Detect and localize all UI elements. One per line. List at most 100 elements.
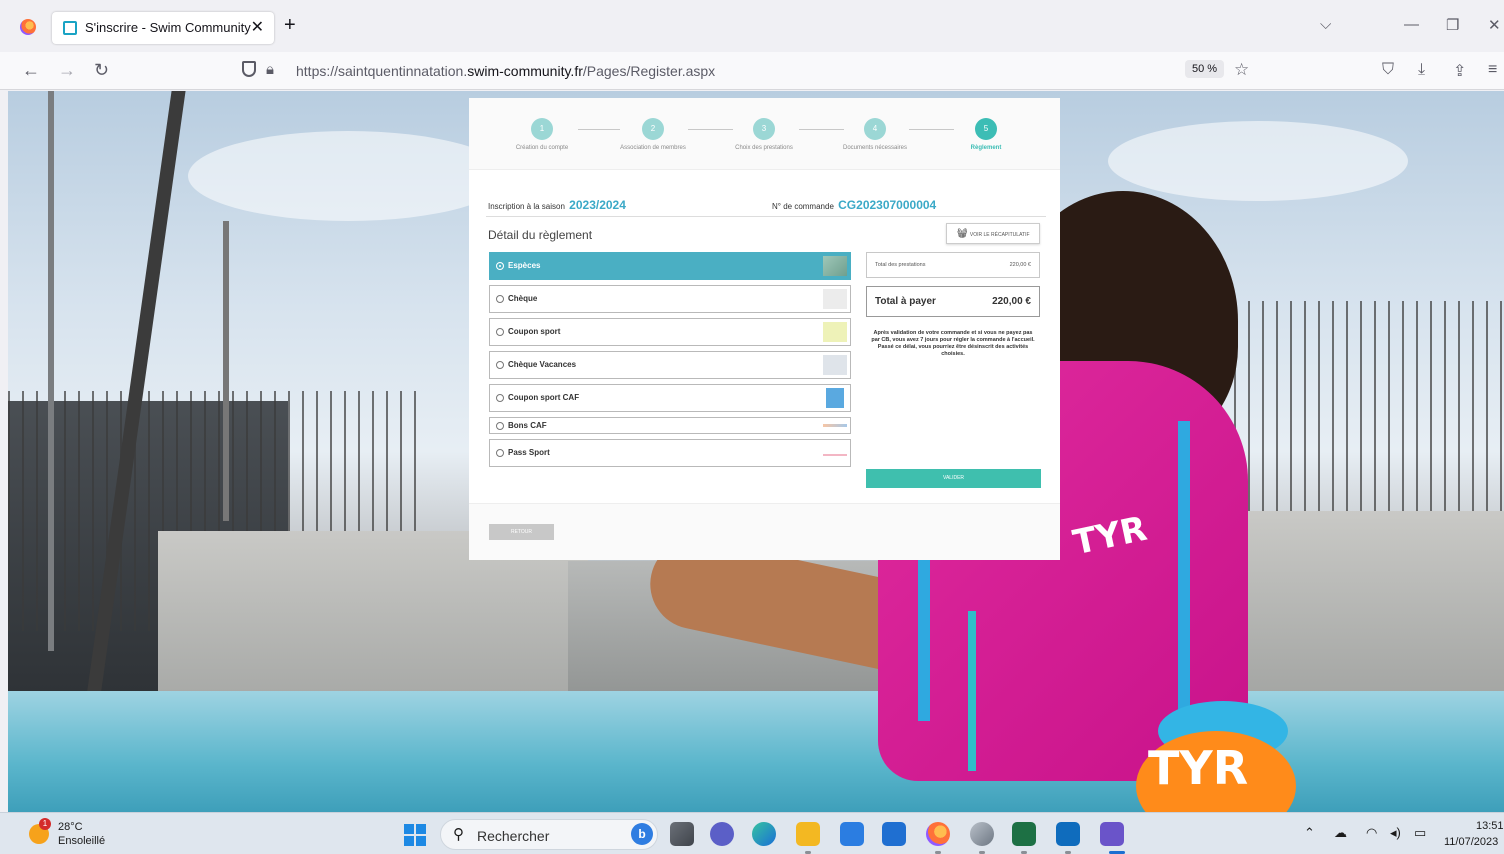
total-services-label: Total des prestations [875, 262, 926, 268]
reload-icon[interactable]: ↻ [94, 60, 109, 80]
search-icon: ⚲ [453, 826, 464, 843]
downloads-icon[interactable]: ⤓ [1418, 61, 1425, 79]
tab-list-chevron-icon[interactable]: ⌵ [1320, 16, 1331, 33]
tray-chevron-icon[interactable]: ⌃ [1304, 825, 1315, 841]
basket-icon: 🧺︎ [956, 228, 968, 238]
bing-icon[interactable]: b [631, 823, 653, 845]
bons-caf-thumbnail [823, 424, 847, 427]
search-placeholder: Rechercher [477, 828, 550, 844]
radio-cheque[interactable] [496, 295, 504, 303]
tracking-shield-icon[interactable] [242, 61, 256, 77]
tab-register[interactable]: S'inscrire - Swim Community ✕ [52, 12, 274, 44]
close-window-button[interactable]: ✕ [1488, 16, 1501, 34]
back-button[interactable]: RETOUR [489, 524, 554, 540]
tab-close-button[interactable]: ✕ [251, 17, 264, 37]
bookmark-star-icon[interactable]: ☆ [1234, 60, 1249, 80]
menu-icon[interactable]: ≡ [1488, 61, 1497, 79]
firefox-icon[interactable] [926, 822, 950, 846]
payment-option-label: Espèces [508, 261, 541, 270]
step-number: 1 [531, 118, 553, 140]
tyr-logo-float: TYR [1148, 741, 1249, 795]
order-number-value: CG202307000004 [838, 198, 937, 212]
mail-icon[interactable] [882, 822, 906, 846]
minimize-button[interactable]: — [1404, 16, 1419, 33]
divider [486, 216, 1046, 217]
payment-option-cheque-vacances[interactable]: Chèque Vacances [489, 351, 851, 379]
radio-coupon-sport-caf[interactable] [496, 394, 504, 402]
windows-taskbar: 1 28°C Ensoleillé ⚲ Rechercher b ⌃ ☁ ◠ ◂… [0, 812, 1504, 854]
step-number: 4 [864, 118, 886, 140]
clock-time[interactable]: 13:51 [1476, 820, 1504, 832]
banknotes-thumbnail [823, 256, 847, 276]
snipping-tool-icon[interactable] [1100, 822, 1124, 846]
payment-option-label: Pass Sport [508, 448, 550, 457]
firefox-menu-icon[interactable] [20, 19, 36, 35]
payment-option-pass-sport[interactable]: Pass Sport [489, 439, 851, 467]
forward-arrow-icon[interactable]: → [58, 60, 76, 80]
browser-tab-bar: S'inscrire - Swim Community ✕ + ⌵ — ❐ ✕ [0, 0, 1504, 52]
battery-icon[interactable]: ▭ [1414, 825, 1426, 841]
excel-icon[interactable] [1012, 822, 1036, 846]
step-documents: 4 Documents nécessaires [820, 118, 930, 151]
weather-condition[interactable]: Ensoleillé [58, 835, 105, 847]
wifi-icon[interactable]: ◠ [1366, 825, 1377, 841]
payment-option-label: Coupon sport CAF [508, 393, 580, 402]
step-service-choice: 3 Choix des prestations [709, 118, 819, 151]
radio-bons-caf[interactable] [496, 421, 504, 430]
tab-title: S'inscrire - Swim Community [85, 20, 251, 35]
pocket-icon[interactable]: ⛉ [1382, 61, 1394, 79]
total-services-value: 220,00 € [1009, 262, 1031, 268]
browser-app-icon[interactable] [970, 822, 994, 846]
edge-icon[interactable] [752, 822, 776, 846]
payment-option-coupon-sport-caf[interactable]: Coupon sport CAF [489, 384, 851, 412]
taskbar-search[interactable]: ⚲ Rechercher b [440, 819, 658, 850]
clock-date[interactable]: 11/07/2023 [1444, 836, 1498, 848]
step-number: 2 [642, 118, 664, 140]
radio-cheque-vacances[interactable] [496, 361, 504, 369]
order-number-info: N° de commande CG202307000004 [772, 198, 936, 212]
step-label: Association de membres [620, 145, 686, 151]
step-member-association: 2 Association de membres [598, 118, 708, 151]
onedrive-cloud-icon[interactable]: ☁ [1334, 825, 1347, 841]
zoom-level[interactable]: 50 % [1185, 60, 1225, 78]
payment-detail-title: Détail du règlement [488, 228, 593, 242]
validate-button[interactable]: VALIDER [866, 469, 1041, 488]
task-view-icon[interactable] [670, 822, 694, 846]
weather-temperature[interactable]: 28°C [58, 821, 83, 833]
step-number: 5 [975, 118, 997, 140]
payment-option-cheque[interactable]: Chèque [489, 285, 851, 313]
step-payment: 5 Règlement [931, 118, 1041, 151]
windows-start-icon[interactable] [404, 824, 426, 846]
swim-community-favicon-icon [63, 21, 77, 35]
step-label: Création du compte [515, 145, 569, 151]
new-tab-button[interactable]: + [284, 15, 296, 35]
step-label: Règlement [970, 145, 1002, 151]
restore-button[interactable]: ❐ [1446, 16, 1459, 34]
caf-snowflake-thumbnail [826, 388, 844, 408]
radio-pass-sport[interactable] [496, 449, 504, 457]
microsoft-store-icon[interactable] [840, 822, 864, 846]
outlook-icon[interactable] [1056, 822, 1080, 846]
radio-especes[interactable] [496, 262, 504, 270]
step-account-creation: 1 Création du compte [487, 118, 597, 151]
step-number: 3 [753, 118, 775, 140]
url-bar[interactable]: 🔒︎ https://saintquentinnatation.swim-com… [230, 56, 1270, 86]
back-arrow-icon[interactable]: ← [22, 60, 40, 80]
payment-option-bons-caf[interactable]: Bons CAF [489, 417, 851, 434]
radio-coupon-sport[interactable] [496, 328, 504, 336]
payment-option-coupon-sport[interactable]: Coupon sport [489, 318, 851, 346]
browser-nav-bar: ← → ↻ 🔒︎ https://saintquentinnatation.sw… [0, 52, 1504, 90]
total-to-pay-box: Total à payer 220,00 € [866, 286, 1040, 317]
volume-icon[interactable]: ◂) [1390, 825, 1401, 841]
share-icon[interactable]: ⇪ [1453, 61, 1466, 81]
payment-notice: Après validation de votre commande et si… [871, 330, 1035, 357]
url-text[interactable]: https://saintquentinnatation.swim-commun… [296, 63, 715, 79]
payment-option-label: Chèque [508, 294, 538, 303]
view-summary-button[interactable]: 🧺︎ VOIR LE RÉCAPITULATIF [946, 223, 1040, 244]
weather-badge: 1 [39, 818, 51, 830]
payment-option-especes[interactable]: Espèces [489, 252, 851, 280]
step-label: Choix des prestations [735, 145, 793, 151]
lock-icon[interactable]: 🔒︎ [266, 61, 274, 78]
teams-chat-icon[interactable] [710, 822, 734, 846]
file-explorer-icon[interactable] [796, 822, 820, 846]
